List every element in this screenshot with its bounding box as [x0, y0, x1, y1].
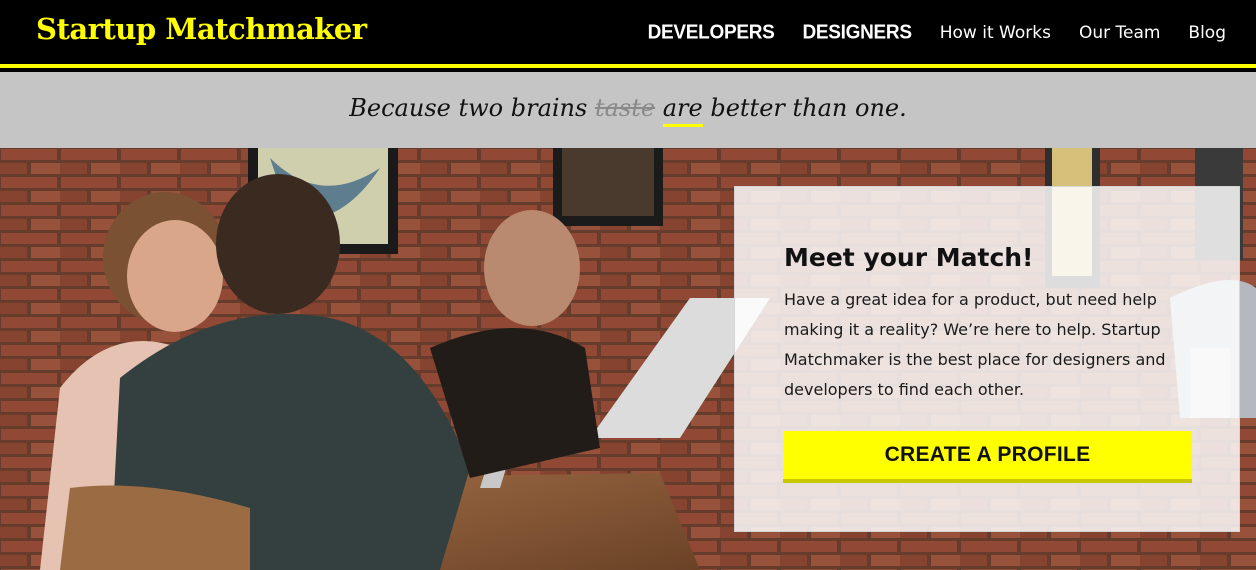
card-title: Meet your Match! — [784, 243, 1034, 272]
tagline-after: better than one. — [702, 94, 907, 122]
card-description: Have a great idea for a product, but nee… — [784, 290, 1166, 399]
nav-our-team[interactable]: Our Team — [1079, 20, 1160, 46]
tagline-underlined-word: are — [662, 94, 703, 127]
tagline: Because two brains taste are better than… — [0, 94, 1256, 127]
nav-how-it-works[interactable]: How it Works — [940, 20, 1051, 46]
nav-developers[interactable]: DEVELOPERS — [648, 19, 775, 47]
main-nav: DEVELOPERS DESIGNERS How it Works Our Te… — [648, 20, 1226, 46]
hero: Meet your Match! Have a great idea for a… — [0, 148, 1256, 570]
site-header: Startup Matchmaker DEVELOPERS DESIGNERS … — [0, 0, 1256, 68]
logo-link[interactable]: Startup Matchmaker — [36, 12, 367, 46]
intro-card: Meet your Match! Have a great idea for a… — [734, 186, 1240, 532]
tagline-before: Because two brains — [349, 94, 595, 122]
create-profile-button[interactable]: CREATE A PROFILE — [783, 431, 1192, 483]
nav-designers[interactable]: DESIGNERS — [803, 19, 913, 47]
tagline-bar: Because two brains taste are better than… — [0, 72, 1256, 148]
tagline-struck-word: taste — [594, 94, 656, 122]
nav-blog[interactable]: Blog — [1188, 20, 1226, 46]
